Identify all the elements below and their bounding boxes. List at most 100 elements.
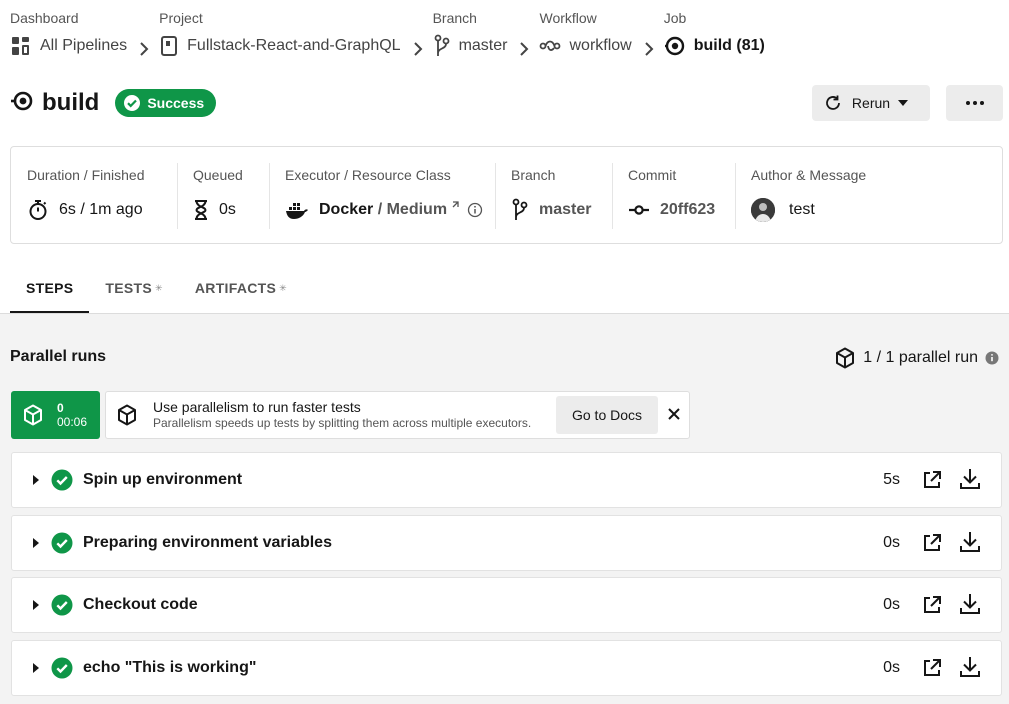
job-details-card: Duration / Finished 6s / 1m ago Queued 0… xyxy=(10,146,1003,244)
step-name: Checkout code xyxy=(83,596,198,613)
branch-link[interactable]: master xyxy=(539,201,591,219)
open-external-icon[interactable] xyxy=(922,658,942,678)
step-duration: 0s xyxy=(883,596,900,613)
breadcrumb-value: build (81) xyxy=(693,37,765,54)
open-external-icon[interactable] xyxy=(922,595,942,615)
breadcrumb-label: Dashboard xyxy=(10,10,79,26)
download-icon[interactable] xyxy=(960,656,980,678)
go-to-docs-button[interactable]: Go to Docs xyxy=(556,396,658,434)
info-icon[interactable] xyxy=(985,351,999,365)
gear-icon: ✳ xyxy=(279,282,287,293)
tab-bar: STEPS TESTS ✳ ARTIFACTS ✳ xyxy=(10,262,303,314)
parallel-run-count: 1 / 1 parallel run xyxy=(835,347,999,369)
breadcrumb-label: Branch xyxy=(432,10,477,26)
check-circle-icon xyxy=(51,594,73,616)
chevron-right-icon xyxy=(519,42,529,56)
more-options-button[interactable] xyxy=(946,85,1003,121)
commit-message: test xyxy=(789,201,815,218)
download-icon[interactable] xyxy=(960,531,980,553)
download-icon[interactable] xyxy=(960,593,980,615)
parallel-run-tile[interactable]: 0 00:06 xyxy=(11,391,100,439)
gear-icon: ✳ xyxy=(155,282,163,293)
commit-link[interactable]: 20ff623 xyxy=(660,201,715,219)
breadcrumb-value: All Pipelines xyxy=(40,37,128,54)
resource-class-link[interactable]: Medium xyxy=(387,201,447,219)
check-circle-icon xyxy=(51,657,73,679)
caret-down-icon xyxy=(898,100,918,106)
executor-separator: / xyxy=(373,201,387,218)
box-icon xyxy=(24,404,42,426)
tab-label: ARTIFACTS xyxy=(194,280,277,296)
tab-tests[interactable]: TESTS ✳ xyxy=(89,262,178,314)
status-badge: Success xyxy=(115,89,217,117)
duration-column: Duration / Finished 6s / 1m ago xyxy=(11,147,177,243)
project-icon xyxy=(159,35,179,57)
breadcrumb-project[interactable]: Project Fullstack-React-and-GraphQL xyxy=(159,8,401,64)
branch-icon xyxy=(511,198,529,222)
step-duration: 0s xyxy=(883,534,900,551)
caret-right-icon xyxy=(33,538,39,548)
step-row[interactable]: Preparing environment variables 0s xyxy=(11,515,1002,571)
breadcrumb-value: master xyxy=(458,37,508,54)
avatar xyxy=(751,198,775,222)
run-time: 00:06 xyxy=(57,415,88,429)
breadcrumb-label: Project xyxy=(159,10,203,26)
tab-artifacts[interactable]: ARTIFACTS ✳ xyxy=(179,262,303,314)
executor-name: Docker xyxy=(319,201,374,218)
step-row[interactable]: Checkout code 0s xyxy=(11,577,1002,633)
breadcrumb-workflow[interactable]: Workflow workflow xyxy=(539,8,631,64)
docker-icon xyxy=(285,201,309,219)
parallel-runs-title: Parallel runs xyxy=(10,348,107,365)
executor-column: Executor / Resource Class Docker / Mediu… xyxy=(269,147,495,243)
commit-icon xyxy=(628,204,650,216)
chevron-right-icon xyxy=(139,42,149,56)
workflow-icon xyxy=(539,37,561,55)
duration-label: Duration / Finished xyxy=(27,167,145,183)
author-column: Author & Message test xyxy=(735,147,895,243)
box-icon xyxy=(836,347,855,369)
breadcrumb: Dashboard All Pipelines Project Fullstac… xyxy=(10,8,765,64)
job-icon xyxy=(10,89,34,118)
step-duration: 0s xyxy=(883,659,900,676)
author-label: Author & Message xyxy=(751,167,867,183)
dashboard-icon xyxy=(10,35,32,57)
step-name: Spin up environment xyxy=(83,471,243,488)
download-icon[interactable] xyxy=(960,468,980,490)
caret-right-icon xyxy=(33,475,39,485)
hourglass-icon xyxy=(193,199,209,221)
external-link-icon xyxy=(451,201,459,209)
info-icon[interactable] xyxy=(467,202,483,218)
tab-label: TESTS xyxy=(105,280,153,296)
banner-subtitle: Parallelism speeds up tests by splitting… xyxy=(153,416,532,430)
step-row[interactable]: Spin up environment 5s xyxy=(11,452,1002,508)
caret-right-icon xyxy=(33,600,39,610)
more-horizontal-icon xyxy=(965,100,985,106)
check-circle-icon xyxy=(51,469,73,491)
queued-column: Queued 0s xyxy=(177,147,269,243)
check-circle-icon xyxy=(123,94,147,112)
rerun-button[interactable]: Rerun xyxy=(812,85,930,121)
status-text: Success xyxy=(147,95,205,111)
check-circle-icon xyxy=(51,532,73,554)
parallelism-banner: Use parallelism to run faster tests Para… xyxy=(105,391,690,439)
open-external-icon[interactable] xyxy=(922,470,942,490)
branch-label: Branch xyxy=(511,167,556,183)
chevron-right-icon xyxy=(644,42,654,56)
tab-steps[interactable]: STEPS xyxy=(10,262,90,314)
step-duration: 5s xyxy=(883,471,900,488)
breadcrumb-branch[interactable]: Branch master xyxy=(432,8,508,64)
branch-icon xyxy=(433,34,451,58)
job-icon xyxy=(664,35,686,57)
breadcrumb-dashboard[interactable]: Dashboard All Pipelines xyxy=(10,8,127,64)
step-row[interactable]: echo "This is working" 0s xyxy=(11,640,1002,696)
breadcrumb-value: workflow xyxy=(569,37,632,54)
step-name: Preparing environment variables xyxy=(83,534,332,551)
banner-title: Use parallelism to run faster tests xyxy=(153,399,361,415)
open-external-icon[interactable] xyxy=(922,533,942,553)
caret-right-icon xyxy=(33,663,39,673)
stopwatch-icon xyxy=(27,199,49,221)
duration-value: 6s / 1m ago xyxy=(59,201,143,218)
job-page: Dashboard All Pipelines Project Fullstac… xyxy=(0,0,1009,704)
close-icon[interactable] xyxy=(666,406,682,422)
step-name: echo "This is working" xyxy=(83,659,257,676)
